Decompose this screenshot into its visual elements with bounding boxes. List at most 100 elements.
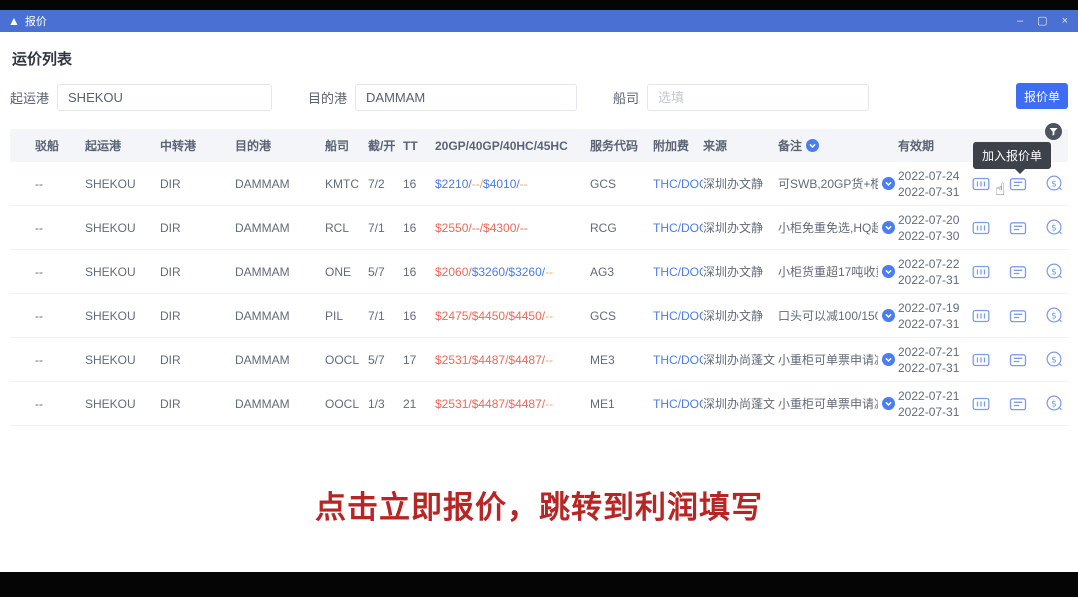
remark-expand-icon[interactable] <box>882 309 895 322</box>
svg-text:$: $ <box>1051 399 1057 409</box>
cell-actions: $ <box>968 307 1068 324</box>
svg-text:$: $ <box>1051 267 1057 277</box>
cell-carrier: PIL <box>325 309 368 323</box>
cell-dest: DAMMAM <box>235 177 325 191</box>
container-detail-icon[interactable] <box>972 352 990 368</box>
add-to-quote-icon[interactable] <box>1009 352 1027 368</box>
remark-text: 小重柜可单票申请减... <box>778 395 878 412</box>
cell-tt: 16 <box>403 177 435 191</box>
valid-from: 2022-07-21 <box>898 389 959 403</box>
hand-cursor-icon: ☝ <box>995 180 1005 200</box>
header-remark: 备注 <box>778 137 898 154</box>
remark-expand-icon[interactable] <box>882 265 895 278</box>
valid-to: 2022-07-31 <box>898 273 959 287</box>
svg-text:$: $ <box>1051 311 1057 321</box>
table-row[interactable]: -- SHEKOU DIR DAMMAM OOCL 1/3 21 $2531/$… <box>10 382 1068 426</box>
origin-port-input[interactable] <box>57 84 272 111</box>
container-detail-icon[interactable] <box>972 220 990 236</box>
table-row[interactable]: -- SHEKOU DIR DAMMAM OOCL 5/7 17 $2531/$… <box>10 338 1068 382</box>
remark-expand-icon[interactable] <box>882 397 895 410</box>
header-surcharge: 附加费 <box>653 137 703 154</box>
svg-text:$: $ <box>1051 223 1057 233</box>
remark-text: 小柜免重免选,HQ超2... <box>778 219 878 236</box>
cell-dest: DAMMAM <box>235 397 325 411</box>
quote-now-icon[interactable]: $ <box>1046 307 1063 324</box>
cell-transit: DIR <box>160 221 235 235</box>
carrier-input[interactable] <box>647 84 869 111</box>
cell-service-code: GCS <box>590 309 653 323</box>
cell-source: 深圳办文静 <box>703 219 778 236</box>
quote-now-icon[interactable]: $ <box>1046 351 1063 368</box>
header-transit: 中转港 <box>160 137 235 154</box>
container-detail-icon[interactable] <box>972 264 990 280</box>
cell-cutoff: 7/1 <box>368 221 403 235</box>
table-row[interactable]: -- SHEKOU DIR DAMMAM PIL 7/1 16 $2475/$4… <box>10 294 1068 338</box>
cell-actions: $ <box>968 351 1068 368</box>
svg-text:$: $ <box>1051 179 1057 189</box>
cell-carrier: RCL <box>325 221 368 235</box>
quote-sheet-button[interactable]: 报价单 <box>1016 83 1068 109</box>
remark-text: 口头可以减100/150... <box>778 307 878 324</box>
cell-barge: -- <box>35 177 85 191</box>
quote-now-icon[interactable]: $ <box>1046 263 1063 280</box>
cell-price: $2210/--/$4010/-- <box>435 177 590 191</box>
cell-remark: 口头可以减100/150... <box>778 307 898 324</box>
cell-tt: 16 <box>403 221 435 235</box>
dest-port-input[interactable] <box>355 84 577 111</box>
add-to-quote-icon[interactable] <box>1009 308 1027 324</box>
close-button[interactable]: × <box>1062 16 1068 27</box>
container-detail-icon[interactable] <box>972 396 990 412</box>
cell-remark: 可SWB,20GP货+柜... <box>778 175 898 192</box>
table-row[interactable]: -- SHEKOU DIR DAMMAM KMTC 7/2 16 $2210/-… <box>10 162 1068 206</box>
maximize-button[interactable]: ▢ <box>1037 16 1047 27</box>
cell-price: $2060/$3260/$3260/-- <box>435 265 590 279</box>
cell-origin: SHEKOU <box>85 353 160 367</box>
container-detail-icon[interactable] <box>972 308 990 324</box>
minimize-button[interactable]: – <box>1017 16 1023 27</box>
cell-transit: DIR <box>160 265 235 279</box>
quote-now-icon[interactable]: $ <box>1046 219 1063 236</box>
add-to-quote-icon[interactable] <box>1009 220 1027 236</box>
filter-icon[interactable] <box>1045 123 1062 143</box>
header-price: 20GP/40GP/40HC/45HC <box>435 139 590 153</box>
remark-text: 小重柜可单票申请减... <box>778 351 878 368</box>
cell-service-code: ME3 <box>590 353 653 367</box>
remark-expand-icon[interactable] <box>882 177 895 190</box>
cell-origin: SHEKOU <box>85 221 160 235</box>
cell-validity: 2022-07-19 2022-07-31 <box>898 300 968 332</box>
cell-surcharge-link[interactable]: THC/DOC, <box>653 353 703 367</box>
cell-surcharge-link[interactable]: THC/DOC, <box>653 265 703 279</box>
origin-port-label: 起运港 <box>10 88 49 107</box>
app-frame: ▲ 报价 – ▢ × 运价列表 起运港 目的港 船司 报价单 驳船 <box>0 0 1078 597</box>
add-to-quote-icon[interactable] <box>1009 264 1027 280</box>
valid-from: 2022-07-24 <box>898 169 959 183</box>
app-title: 报价 <box>25 13 47 29</box>
table-row[interactable]: -- SHEKOU DIR DAMMAM RCL 7/1 16 $2550/--… <box>10 206 1068 250</box>
add-to-quote-icon[interactable] <box>1009 176 1027 192</box>
cell-price: $2531/$4487/$4487/-- <box>435 353 590 367</box>
table-row[interactable]: -- SHEKOU DIR DAMMAM ONE 5/7 16 $2060/$3… <box>10 250 1068 294</box>
valid-from: 2022-07-22 <box>898 257 959 271</box>
quote-now-icon[interactable]: $ <box>1046 395 1063 412</box>
cell-validity: 2022-07-20 2022-07-30 <box>898 212 968 244</box>
cell-tt: 21 <box>403 397 435 411</box>
add-to-quote-icon[interactable] <box>1009 396 1027 412</box>
letterbox-bottom <box>0 572 1078 597</box>
cell-surcharge-link[interactable]: THC/DOC, <box>653 397 703 411</box>
container-detail-icon[interactable] <box>972 176 990 192</box>
remark-info-icon[interactable] <box>806 139 819 152</box>
cell-barge: -- <box>35 221 85 235</box>
quote-now-icon[interactable]: $ <box>1046 175 1063 192</box>
cell-origin: SHEKOU <box>85 265 160 279</box>
cell-tt: 17 <box>403 353 435 367</box>
remark-expand-icon[interactable] <box>882 221 895 234</box>
cell-barge: -- <box>35 309 85 323</box>
page-title: 运价列表 <box>12 48 1068 69</box>
cell-surcharge-link[interactable]: THC/DOC, <box>653 221 703 235</box>
header-service-code: 服务代码 <box>590 137 653 154</box>
remark-expand-icon[interactable] <box>882 353 895 366</box>
header-source: 来源 <box>703 137 778 154</box>
cell-surcharge-link[interactable]: THC/DOC, <box>653 177 703 191</box>
carrier-label: 船司 <box>613 88 639 107</box>
cell-surcharge-link[interactable]: THC/DOC, <box>653 309 703 323</box>
